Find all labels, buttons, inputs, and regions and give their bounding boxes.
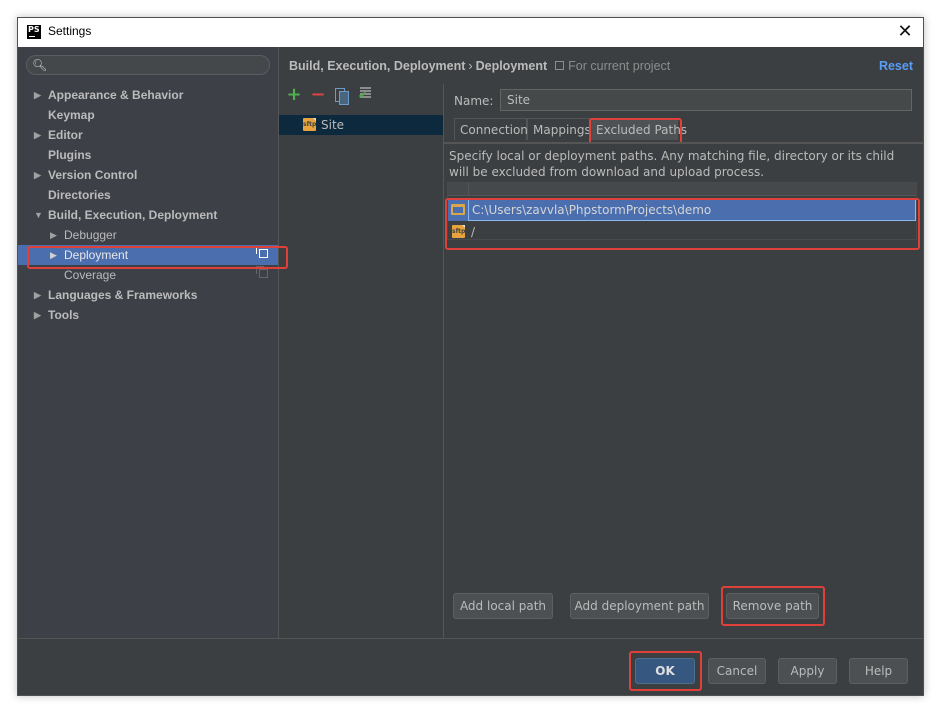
server-name: Site bbox=[321, 118, 345, 132]
settings-sidebar: 🔍︎ ▶ Appearance & Behavior Keymap ▶ Edit… bbox=[18, 47, 288, 638]
window-title: Settings bbox=[48, 24, 92, 38]
breadcrumb-separator: › bbox=[468, 59, 473, 73]
sidebar-item-label: Plugins bbox=[48, 148, 92, 162]
sidebar-item-label: Tools bbox=[48, 308, 80, 322]
breadcrumb-current: Deployment bbox=[475, 59, 548, 73]
expand-arrow-icon[interactable]: ▶ bbox=[50, 245, 57, 265]
sidebar-item-keymap[interactable]: Keymap bbox=[18, 105, 278, 125]
copy-server-icon[interactable] bbox=[333, 86, 351, 105]
phpstorm-logo-icon: PS bbox=[27, 25, 41, 39]
sidebar-item-coverage[interactable]: Coverage bbox=[18, 265, 278, 285]
sidebar-item-appearance-behavior[interactable]: ▶ Appearance & Behavior bbox=[18, 85, 278, 105]
sidebar-item-directories[interactable]: Directories bbox=[18, 185, 278, 205]
apply-button[interactable]: Apply bbox=[778, 658, 837, 684]
sidebar-item-label: Editor bbox=[48, 128, 83, 142]
use-as-default-icon[interactable] bbox=[357, 86, 375, 104]
sidebar-item-build-execution-deployment[interactable]: ▼ Build, Execution, Deployment bbox=[18, 205, 278, 225]
expand-arrow-icon[interactable]: ▶ bbox=[34, 305, 41, 325]
sidebar-item-deployment[interactable]: ▶ Deployment bbox=[18, 245, 278, 265]
sidebar-item-label: Keymap bbox=[48, 108, 95, 122]
name-field[interactable]: Site bbox=[500, 89, 912, 111]
name-label: Name: bbox=[454, 94, 494, 108]
path-cell[interactable]: / bbox=[468, 221, 916, 243]
breadcrumb-parent[interactable]: Build, Execution, Deployment bbox=[289, 59, 465, 73]
remove-path-button[interactable]: Remove path bbox=[726, 593, 819, 619]
sidebar-item-version-control[interactable]: ▶ Version Control bbox=[18, 165, 278, 185]
sidebar-item-languages-frameworks[interactable]: ▶ Languages & Frameworks bbox=[18, 285, 278, 305]
search-icon: 🔍︎ bbox=[32, 58, 48, 72]
collapse-arrow-icon[interactable]: ▼ bbox=[34, 205, 43, 225]
reset-link[interactable]: Reset bbox=[879, 59, 913, 73]
sidebar-item-label: Debugger bbox=[64, 228, 117, 242]
scope-label: For current project bbox=[555, 59, 670, 73]
footer-divider bbox=[18, 638, 923, 639]
project-scope-icon bbox=[256, 266, 268, 278]
row-icon-cell: sftp bbox=[448, 221, 468, 243]
server-list-pane: + − sftp Site bbox=[279, 84, 444, 638]
expand-arrow-icon[interactable]: ▶ bbox=[50, 225, 57, 245]
server-list-item[interactable]: sftp Site bbox=[279, 115, 443, 135]
expand-arrow-icon[interactable]: ▶ bbox=[34, 125, 41, 145]
search-input[interactable]: 🔍︎ bbox=[26, 55, 270, 75]
title-bar: PS Settings ✕ bbox=[18, 18, 923, 47]
sidebar-item-debugger[interactable]: ▶ Debugger bbox=[18, 225, 278, 245]
sidebar-item-plugins[interactable]: Plugins bbox=[18, 145, 278, 165]
folder-icon bbox=[451, 204, 465, 215]
scope-text: For current project bbox=[568, 59, 671, 73]
ok-button[interactable]: OK bbox=[635, 658, 695, 684]
table-header bbox=[448, 183, 916, 196]
sidebar-item-label: Languages & Frameworks bbox=[48, 288, 198, 302]
project-scope-icon bbox=[555, 61, 565, 70]
path-cell[interactable]: C:\Users\zavvla\PhpstormProjects\demo bbox=[468, 199, 916, 221]
row-icon-cell bbox=[448, 199, 468, 221]
sidebar-item-label: Deployment bbox=[64, 248, 129, 262]
tab-connection[interactable]: Connection bbox=[454, 118, 528, 140]
add-local-path-button[interactable]: Add local path bbox=[453, 593, 553, 619]
add-server-button[interactable]: + bbox=[285, 86, 303, 104]
expand-arrow-icon[interactable]: ▶ bbox=[34, 165, 41, 185]
sidebar-item-label: Coverage bbox=[64, 268, 117, 282]
expand-arrow-icon[interactable]: ▶ bbox=[34, 285, 41, 305]
sidebar-item-label: Build, Execution, Deployment bbox=[48, 208, 218, 222]
settings-tree: ▶ Appearance & Behavior Keymap ▶ Editor … bbox=[18, 85, 278, 325]
tab-mappings[interactable]: Mappings bbox=[527, 118, 591, 140]
settings-dialog: PS Settings ✕ 🔍︎ ▶ Appearance & Behavior… bbox=[17, 17, 924, 696]
column-divider bbox=[468, 183, 469, 195]
server-config-pane: Name: Site Connection Mappings Excluded … bbox=[444, 84, 923, 638]
sidebar-item-label: Version Control bbox=[48, 168, 138, 182]
sidebar-item-label: Appearance & Behavior bbox=[48, 88, 184, 102]
remove-server-button[interactable]: − bbox=[309, 86, 327, 104]
sidebar-item-editor[interactable]: ▶ Editor bbox=[18, 125, 278, 145]
excluded-paths-description: Specify local or deployment paths. Any m… bbox=[449, 149, 895, 179]
sftp-icon: sftp bbox=[303, 118, 316, 131]
table-row[interactable]: sftp / bbox=[448, 221, 916, 243]
cancel-button[interactable]: Cancel bbox=[708, 658, 766, 684]
close-button[interactable]: ✕ bbox=[893, 20, 917, 44]
sidebar-item-label: Directories bbox=[48, 188, 111, 202]
sftp-icon: sftp bbox=[452, 225, 465, 238]
sidebar-item-tools[interactable]: ▶ Tools bbox=[18, 305, 278, 325]
settings-content: Build, Execution, Deployment › Deployment F… bbox=[279, 47, 923, 638]
add-deployment-path-button[interactable]: Add deployment path bbox=[570, 593, 709, 619]
expand-arrow-icon[interactable]: ▶ bbox=[34, 85, 41, 105]
tab-divider bbox=[444, 142, 923, 144]
project-scope-icon bbox=[256, 246, 268, 258]
table-row[interactable]: C:\Users\zavvla\PhpstormProjects\demo bbox=[448, 199, 916, 221]
tab-excluded-paths[interactable]: Excluded Paths bbox=[590, 118, 687, 140]
excluded-paths-table: C:\Users\zavvla\PhpstormProjects\demo sf… bbox=[447, 182, 917, 240]
help-button[interactable]: Help bbox=[849, 658, 908, 684]
breadcrumb: Build, Execution, Deployment › Deployment F… bbox=[289, 59, 670, 73]
